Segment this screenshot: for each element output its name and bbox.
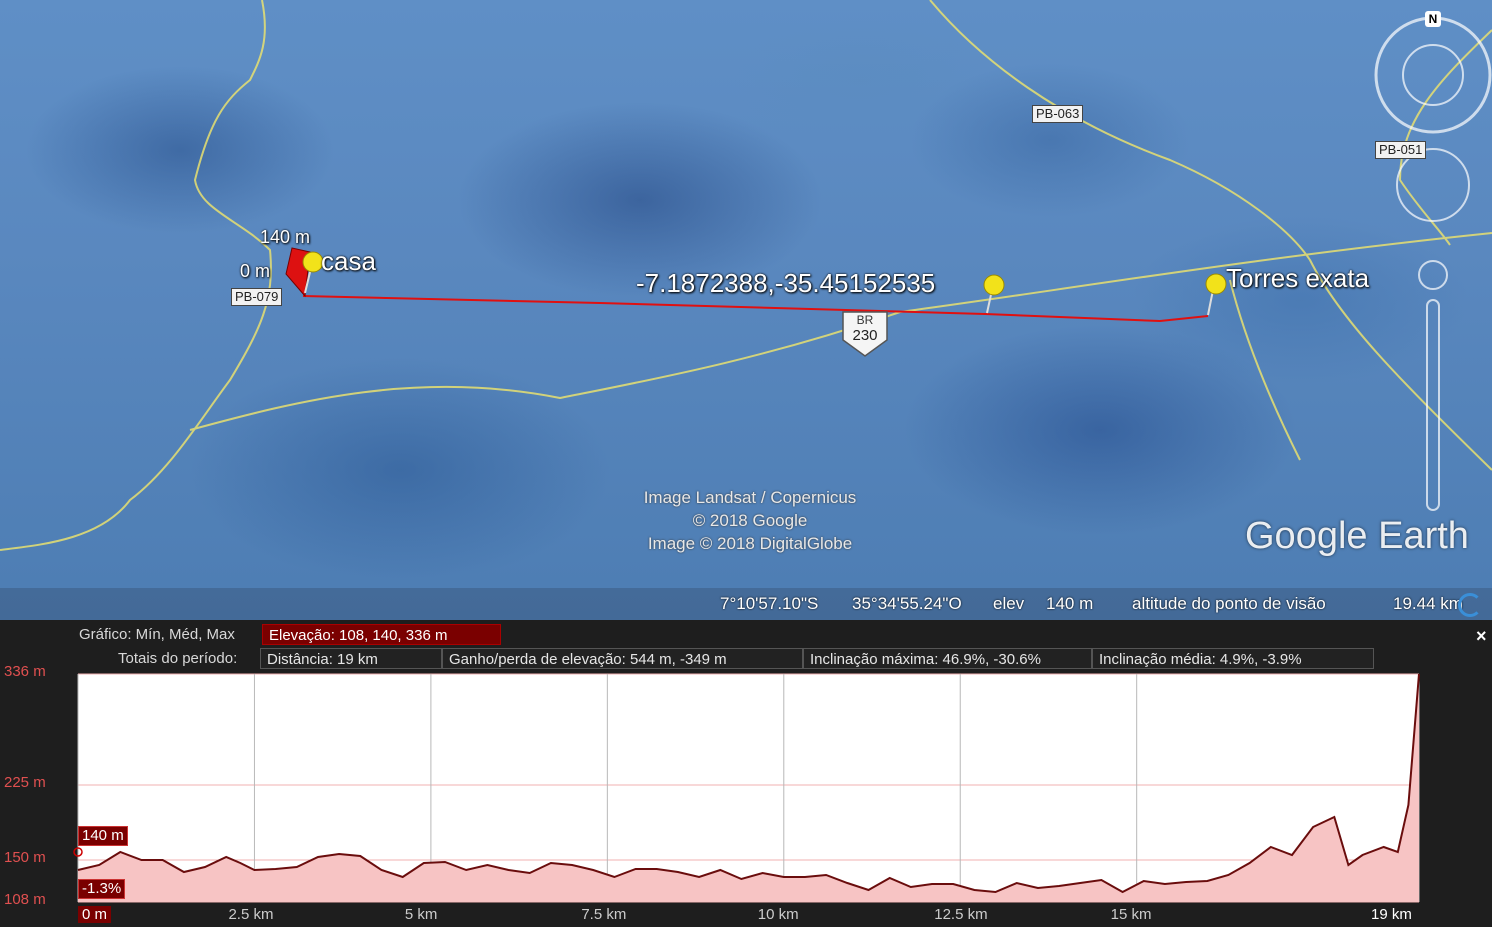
- status-latitude: 7°10'57.10"S: [720, 594, 819, 613]
- pin-torres: [1205, 273, 1227, 316]
- x-tick-label: 5 km: [404, 906, 438, 923]
- path-line: [302, 295, 1209, 323]
- compass-north-icon[interactable]: N: [1425, 11, 1441, 27]
- status-elev-value: 140 m: [1046, 594, 1094, 613]
- br-shield-top: BR: [857, 313, 874, 327]
- road-tag-pb079: PB-079: [231, 288, 283, 306]
- road-pb-079: [0, 0, 272, 551]
- cursor-elevation-tag: 140 m: [78, 826, 128, 846]
- road-tag-pb063: PB-063: [1032, 105, 1084, 123]
- attribution-line: © 2018 Google: [692, 511, 808, 530]
- pin-coord: [983, 274, 1005, 314]
- x-tick-label: 19 km: [1371, 906, 1412, 923]
- pushpin-icon: [302, 251, 324, 273]
- attribution-line: Image © 2018 DigitalGlobe: [647, 534, 853, 553]
- y-tick-label: 225 m: [4, 774, 46, 791]
- x-tick-label: 0 m: [78, 906, 112, 923]
- y-tick-label: 108 m: [4, 891, 46, 908]
- attribution-line: Image Landsat / Copernicus: [643, 488, 857, 507]
- br-shield-icon: BR 230: [842, 311, 888, 357]
- placemark-label-coordinates[interactable]: -7.1872388,-35.45152535: [636, 268, 935, 299]
- elevation-chart[interactable]: [0, 620, 1492, 927]
- x-tick-label: 10 km: [757, 906, 799, 923]
- loading-spinner-icon: [1458, 593, 1482, 617]
- pushpin-icon: [1205, 273, 1227, 295]
- road-pb-063: [929, 0, 1492, 471]
- pushpin-icon: [983, 274, 1005, 296]
- map-view[interactable]: BR 230 140 m 0 m casa -7.1872388,-35.451…: [0, 0, 1492, 620]
- x-tick-label: 12.5 km: [934, 906, 988, 923]
- google-earth-logo: Google Earth: [1245, 515, 1469, 557]
- y-tick-label: 150 m: [4, 849, 46, 866]
- placemark-label-torres[interactable]: Torres exata: [1226, 263, 1369, 294]
- status-longitude: 35°34'55.24"O: [852, 594, 962, 613]
- road-tag-pb051: PB-051: [1375, 141, 1427, 159]
- imagery-attribution: Image Landsat / Copernicus © 2018 Google…: [600, 486, 900, 555]
- status-elev-label: elev: [993, 594, 1025, 613]
- placemark-label-casa[interactable]: casa: [321, 246, 376, 277]
- x-tick-label: 15 km: [1110, 906, 1152, 923]
- cursor-slope-tag: -1.3%: [78, 879, 126, 899]
- br-shield-number: 230: [852, 327, 877, 344]
- measure-path: [302, 295, 1209, 323]
- status-eye-label: altitude do ponto de visão: [1132, 594, 1326, 613]
- elevation-label-top: 140 m: [260, 227, 311, 247]
- move-control: [1418, 260, 1448, 290]
- y-tick-label: 336 m: [4, 663, 46, 680]
- status-eye-value: 19.44 km: [1393, 594, 1463, 613]
- x-tick-label: 7.5 km: [581, 906, 627, 923]
- look-control: [1396, 148, 1470, 222]
- zoom-slider: [1426, 299, 1440, 511]
- elevation-label-bottom: 0 m: [240, 261, 271, 281]
- x-tick-label: 2.5 km: [228, 906, 274, 923]
- road-minor: [1229, 279, 1301, 461]
- compass-ring: [1374, 16, 1492, 134]
- road-pb-051: [1398, 29, 1492, 246]
